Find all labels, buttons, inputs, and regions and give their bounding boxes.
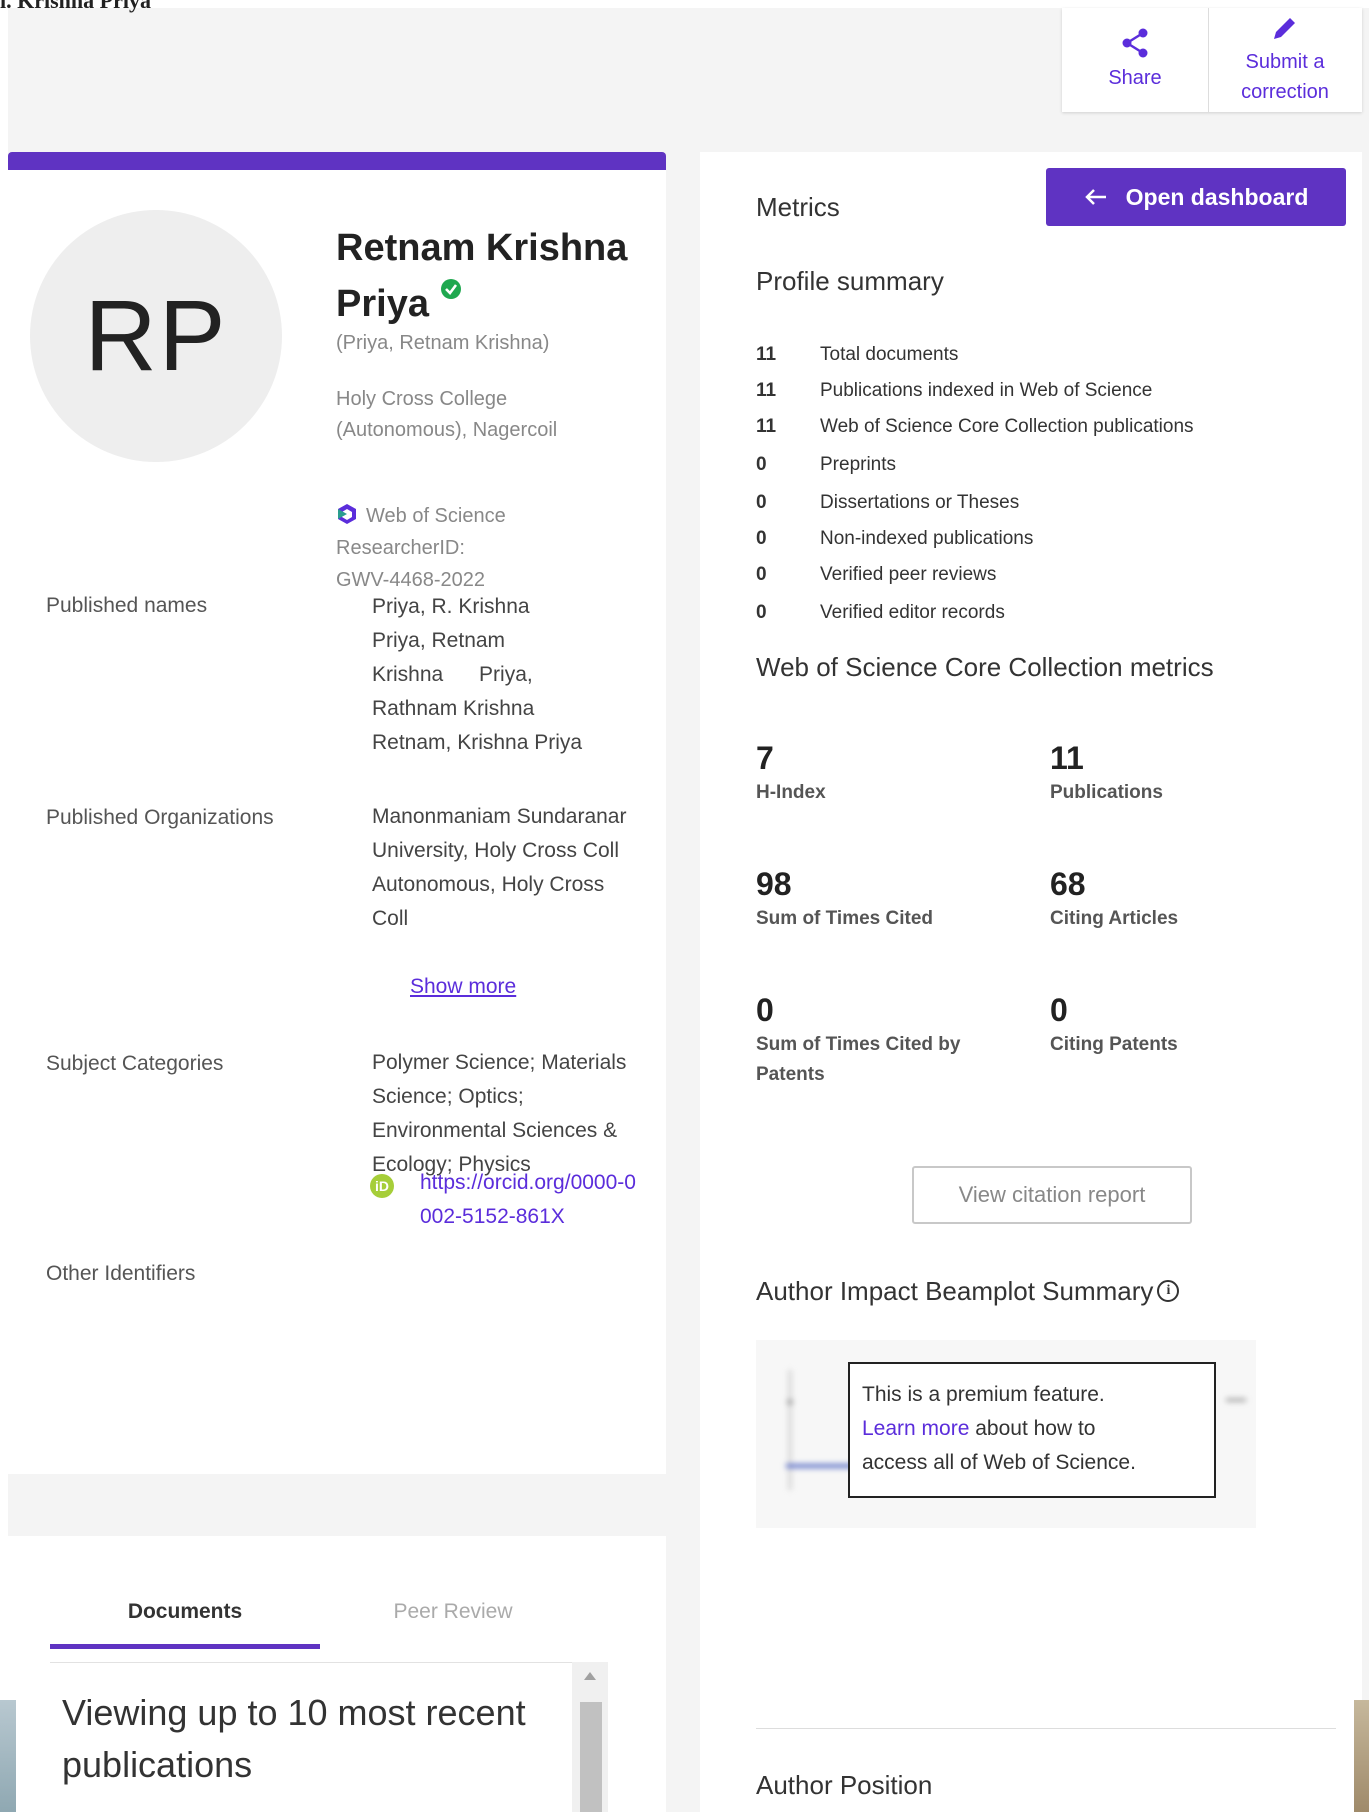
summary-label: Web of Science Core Collection publicati… [820, 416, 1194, 437]
summary-count: 11 [756, 416, 777, 437]
view-citation-report-label: View citation report [958, 1182, 1146, 1207]
show-more-link[interactable]: Show more [410, 970, 680, 1004]
submit-correction-button[interactable]: Submit a correction [1208, 8, 1362, 112]
share-button[interactable]: Share [1062, 8, 1209, 112]
open-dashboard-button[interactable]: Open dashboard [1046, 168, 1346, 226]
published-names-list: Priya, R. Krishna Priya, Retnam Krishna … [372, 590, 642, 760]
other-identifiers-label: Other Identifiers [46, 1262, 196, 1285]
view-citation-report-button[interactable]: View citation report [912, 1166, 1192, 1224]
summary-count: 0 [756, 528, 767, 549]
alternate-name: (Priya, Retnam Krishna) [336, 332, 550, 354]
summary-label: Dissertations or Theses [820, 492, 1020, 513]
wos-label: Web of Science [366, 505, 506, 527]
action-bar: Share Submit a correction [1062, 8, 1362, 112]
documents-panel: Documents Peer Review Viewing up to 10 m… [8, 1536, 666, 1812]
author-position-title: Author Position [756, 1770, 933, 1800]
author-name-text: Retnam Krishna Priya [336, 227, 628, 325]
published-name: Krishna Priya, [372, 663, 533, 686]
avatar: RP [30, 210, 282, 462]
premium-feature-notice: This is a premium feature. Learn more ab… [848, 1362, 1216, 1498]
summary-count: 0 [756, 602, 767, 623]
background-image-edge [0, 1700, 16, 1812]
divider [756, 1728, 1336, 1729]
published-orgs-label: Published Organizations [46, 806, 274, 829]
summary-label: Preprints [820, 454, 897, 475]
researcherid-label: ResearcherID: [336, 537, 465, 559]
share-label: Share [1108, 67, 1162, 89]
metric-cited-by-patents: 0 Sum of Times Cited by Patents [756, 992, 961, 1085]
author-name: Retnam Krishna Priya [336, 220, 646, 332]
published-name: Priya, R. Krishna [372, 595, 530, 618]
profile-summary-title: Profile summary [756, 266, 944, 296]
header-name-fragment: ı. Krishna Priya [0, 0, 151, 13]
published-orgs-value: Manonmaniam Sundaranar University, Holy … [372, 805, 627, 930]
published-names-label: Published names [46, 594, 208, 617]
learn-more-link[interactable]: Learn more [862, 1417, 969, 1440]
arrow-left-icon [1084, 189, 1106, 205]
orcid-link[interactable]: https://orcid.org/0000-0002-5152-861X [420, 1166, 636, 1234]
subject-categories-value: Polymer Science; Materials Science; Opti… [372, 1051, 627, 1176]
web-of-science-logo-icon [338, 504, 356, 524]
scrollbar-thumb[interactable] [580, 1702, 602, 1812]
summary-label: Publications indexed in Web of Science [820, 380, 1153, 401]
metric-h-index: 7 H-Index [756, 740, 826, 803]
metric-citing-articles: 68 Citing Articles [1050, 866, 1179, 929]
metric-citing-patents: 0 Citing Patents [1050, 992, 1178, 1055]
summary-label: Verified editor records [820, 602, 1005, 623]
summary-label: Verified peer reviews [820, 564, 997, 585]
open-dashboard-label: Open dashboard [1125, 183, 1309, 210]
documents-heading: Viewing up to 10 most recent publication… [62, 1692, 526, 1785]
tab-documents[interactable]: Documents [50, 1600, 320, 1624]
affiliation: Holy Cross College (Autonomous), Nagerco… [336, 388, 558, 441]
scrollbar[interactable] [572, 1662, 608, 1812]
summary-count: 0 [756, 564, 767, 585]
metric-publications: 11 Publications [1050, 740, 1163, 803]
summary-count: 0 [756, 454, 767, 475]
show-more-text: Show more [410, 975, 517, 998]
background-image-edge [1354, 1700, 1369, 1812]
summary-label: Non-indexed publications [820, 528, 1034, 549]
profile-panel: RP Retnam Krishna Priya (Priya, Retnam K… [8, 152, 666, 1474]
pencil-icon [1274, 18, 1295, 39]
beamplot-title: Author Impact Beamplot Summary i [756, 1276, 1180, 1307]
metrics-panel: Metrics Open dashboard Profile summary 1… [700, 152, 1362, 1812]
metric-times-cited: 98 Sum of Times Cited [756, 866, 934, 929]
summary-count: 11 [756, 344, 777, 365]
submit-correction-label: Submit a correction [1241, 51, 1329, 103]
summary-count: 0 [756, 492, 767, 513]
active-tab-indicator [50, 1644, 320, 1649]
scroll-up-arrow-icon[interactable] [584, 1672, 596, 1680]
published-name: Retnam, Krishna Priya [372, 731, 583, 754]
orcid-link-text: https://orcid.org/0000-0002-5152-861X [420, 1171, 636, 1228]
published-name: Priya, Retnam [372, 629, 506, 652]
orcid-icon: iD [370, 1174, 394, 1198]
documents-content: Viewing up to 10 most recent publication… [50, 1662, 604, 1813]
premium-text: This is a premium feature. [862, 1383, 1105, 1406]
metrics-title: Metrics [756, 192, 840, 222]
share-icon [1122, 28, 1148, 58]
premium-rest-2: access all of Web of Science. [862, 1451, 1136, 1474]
info-icon[interactable]: i [1157, 1280, 1180, 1302]
verified-check-icon [440, 279, 461, 299]
subject-categories-label: Subject Categories [46, 1052, 224, 1075]
tab-peer-review[interactable]: Peer Review [318, 1600, 588, 1624]
core-metrics-title: Web of Science Core Collection metrics [756, 652, 1214, 682]
premium-rest: about how to [969, 1417, 1096, 1440]
summary-count: 11 [756, 380, 777, 401]
summary-label: Total documents [820, 344, 959, 365]
beamplot-title-text: Author Impact Beamplot Summary [756, 1276, 1154, 1306]
researcher-id-block: Web of Science ResearcherID: GWV-4468-20… [336, 500, 616, 596]
published-name: Rathnam Krishna [372, 697, 535, 720]
